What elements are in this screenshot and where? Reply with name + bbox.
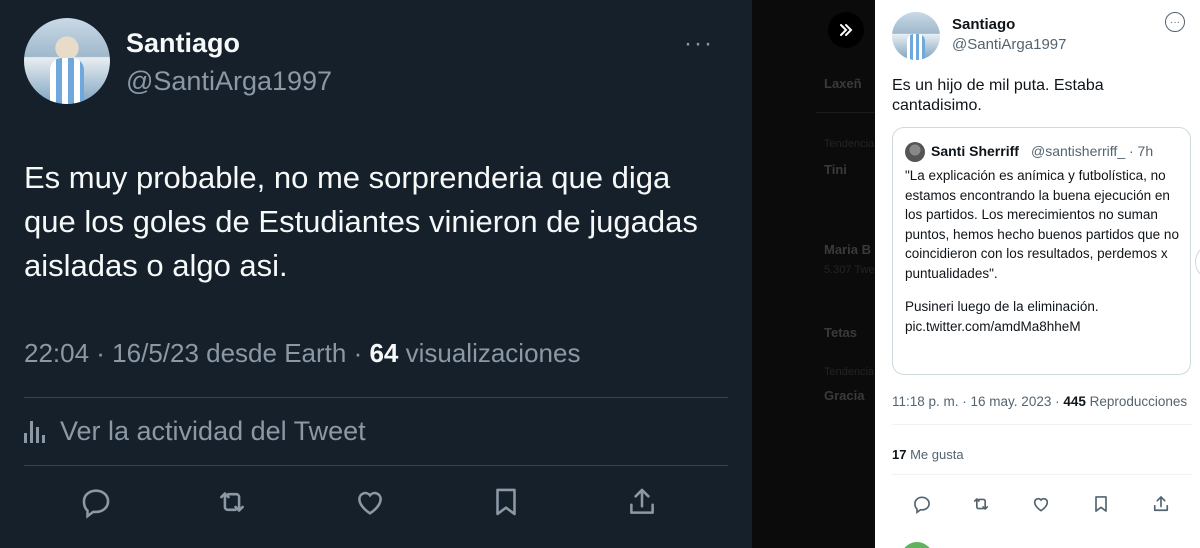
- quote-paragraph: Pusineri luego de la eliminación.: [905, 299, 1099, 314]
- views-count: 64: [369, 338, 399, 368]
- divider: [892, 424, 1192, 425]
- trend-title: Laxeñ: [824, 76, 862, 91]
- main-tweet-dark: Santiago @SantiArga1997 ··· Es muy proba…: [0, 0, 752, 548]
- tweet-text: Es un hijo de mil puta. Estaba cantadisi…: [892, 77, 1104, 114]
- reply-tweet-light: Santiago @SantiArga1997 ··· Es un hijo d…: [875, 0, 1200, 548]
- bookmark-icon[interactable]: [482, 478, 530, 526]
- quote-text: "La explicación es anímica y futbolístic…: [905, 166, 1185, 336]
- likes-count: 17: [892, 447, 907, 462]
- likes-link[interactable]: 17 Me gusta: [892, 447, 964, 462]
- dimmed-background: Laxeñ Tendencia Tini Maria B 5.307 Tweet…: [752, 0, 875, 548]
- quoted-tweet[interactable]: Santi Sherriff @santisherriff_ · 7h "La …: [892, 127, 1191, 375]
- divider: [24, 465, 728, 466]
- share-icon[interactable]: [618, 478, 666, 526]
- share-icon[interactable]: [1147, 490, 1175, 518]
- trend-title: Tetas: [824, 325, 857, 340]
- divider: [24, 397, 728, 398]
- tweet-meta: 11:18 p. m. · 16 may. 2023 · 445 Reprodu…: [892, 394, 1187, 409]
- trend-sub: Tendencia: [824, 138, 875, 150]
- author-handle[interactable]: @SantiArga1997: [952, 36, 1066, 53]
- analytics-icon: [24, 420, 50, 443]
- next-reply-avatar[interactable]: [901, 542, 933, 548]
- retweet-icon[interactable]: [208, 478, 256, 526]
- likes-label: Me gusta: [906, 447, 964, 462]
- divider: [816, 112, 875, 113]
- author-name[interactable]: Santiago: [126, 28, 240, 59]
- plays-label: Reproducciones: [1085, 394, 1188, 409]
- trend-title: Tini: [824, 162, 847, 177]
- like-icon[interactable]: [1027, 490, 1055, 518]
- reply-icon[interactable]: [908, 490, 936, 518]
- trend-sub: Tendencia: [824, 366, 875, 378]
- plays-count: 445: [1063, 394, 1086, 409]
- quote-avatar: [905, 142, 925, 162]
- author-name[interactable]: Santiago: [952, 16, 1015, 33]
- quote-author-name: Santi Sherriff: [931, 143, 1019, 159]
- tweet-timestamp[interactable]: 11:18 p. m. · 16 may. 2023 ·: [892, 394, 1063, 409]
- reply-icon[interactable]: [72, 478, 120, 526]
- tweet-meta: 22:04 · 16/5/23 desde Earth · 64 visuali…: [24, 338, 580, 369]
- views-label: visualizaciones: [398, 338, 581, 368]
- more-options-icon[interactable]: ···: [684, 30, 714, 58]
- bookmark-icon[interactable]: [1087, 490, 1115, 518]
- trend-title: Gracia: [824, 388, 865, 403]
- quote-paragraph: "La explicación es anímica y futbolístic…: [905, 168, 1179, 281]
- activity-label[interactable]: Ver la actividad del Tweet: [60, 416, 366, 447]
- tweet-activity-link[interactable]: Ver la actividad del Tweet: [24, 416, 366, 447]
- author-handle[interactable]: @SantiArga1997: [126, 66, 332, 97]
- author-avatar[interactable]: [24, 18, 110, 104]
- trend-sub: 5.307 Tweets: [824, 264, 875, 276]
- tweet-timestamp[interactable]: 22:04 · 16/5/23 desde Earth ·: [24, 338, 369, 368]
- divider: [892, 474, 1192, 475]
- tweet-text: Es muy probable, no me sorprenderia que …: [24, 160, 698, 283]
- author-avatar[interactable]: [892, 12, 940, 60]
- quote-link[interactable]: pic.twitter.com/amdMa8hheM: [905, 317, 1185, 337]
- quote-handle-time: @santisherriff_ · 7h: [1031, 143, 1154, 159]
- expand-chevron-icon[interactable]: [828, 12, 864, 48]
- tweet-actions-bar: [0, 478, 752, 526]
- retweet-icon[interactable]: [967, 490, 995, 518]
- more-options-icon[interactable]: ···: [1165, 12, 1185, 32]
- like-icon[interactable]: [346, 478, 394, 526]
- trend-title: Maria B: [824, 242, 871, 257]
